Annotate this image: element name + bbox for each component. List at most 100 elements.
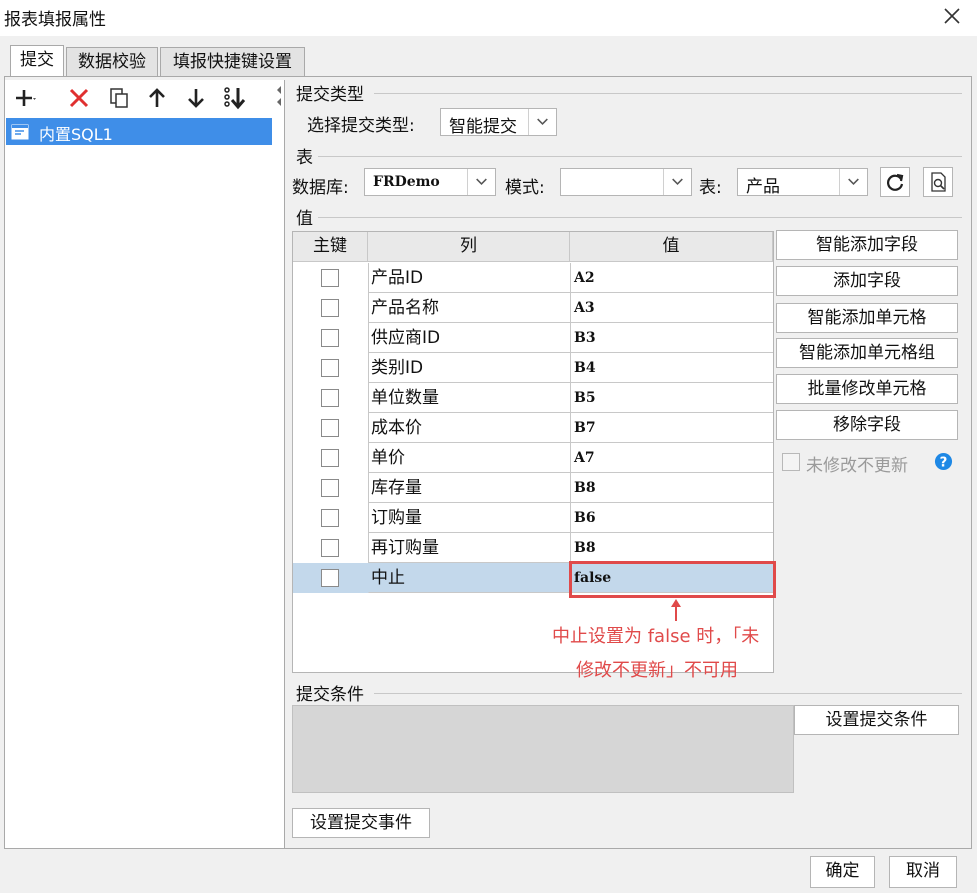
set-submit-condition-button[interactable]: 设置提交条件 [794, 705, 959, 735]
remove-field-button[interactable]: 移除字段 [776, 410, 958, 440]
submit-list-panel [5, 80, 285, 848]
submit-type-label: 选择提交类型: [307, 116, 415, 136]
delete-icon[interactable] [67, 86, 91, 110]
header-column[interactable]: 列 [368, 232, 570, 262]
tab-submit[interactable]: 提交 [10, 45, 64, 78]
add-field-button[interactable]: 添加字段 [776, 266, 958, 296]
ok-button[interactable]: 确定 [810, 856, 875, 888]
tab-data-validation[interactable]: 数据校验 [66, 47, 158, 77]
highlight-box [569, 561, 776, 598]
table-row[interactable]: 成本价 B7 [293, 413, 773, 443]
value-cell[interactable]: B5 [570, 383, 773, 413]
value-cell[interactable]: B4 [570, 353, 773, 383]
column-cell[interactable]: 成本价 [368, 413, 570, 443]
move-up-icon[interactable] [145, 86, 169, 110]
primary-key-checkbox[interactable] [321, 479, 339, 497]
primary-key-checkbox[interactable] [321, 299, 339, 317]
primary-key-checkbox[interactable] [321, 269, 339, 287]
close-icon[interactable] [940, 4, 964, 28]
column-cell[interactable]: 类别ID [368, 353, 570, 383]
list-item[interactable]: 内置SQL1 [6, 118, 272, 145]
divider [318, 217, 962, 218]
primary-key-checkbox[interactable] [321, 539, 339, 557]
primary-key-checkbox[interactable] [321, 329, 339, 347]
divider [374, 93, 962, 94]
smart-add-cell-group-button[interactable]: 智能添加单元格组 [776, 338, 958, 368]
refresh-button[interactable] [880, 167, 910, 197]
preview-table-button[interactable] [923, 167, 953, 197]
annotation-line-2: 修改不更新」不可用 [576, 660, 738, 681]
column-cell[interactable]: 单位数量 [368, 383, 570, 413]
tab-label: 数据校验 [78, 52, 146, 72]
header-value[interactable]: 值 [570, 232, 773, 262]
primary-key-checkbox[interactable] [321, 449, 339, 467]
tab-shortcut-settings[interactable]: 填报快捷键设置 [160, 47, 305, 77]
chevron-down-icon [839, 169, 859, 195]
copy-icon[interactable] [107, 86, 131, 110]
primary-key-checkbox[interactable] [321, 389, 339, 407]
primary-key-checkbox[interactable] [321, 509, 339, 527]
column-cell[interactable]: 产品名称 [368, 293, 570, 323]
database-select[interactable]: FRDemo [364, 168, 496, 196]
primary-key-checkbox[interactable] [321, 359, 339, 377]
table-row[interactable]: 供应商ID B3 [293, 323, 773, 353]
move-down-icon[interactable] [184, 86, 208, 110]
tab-label: 提交 [20, 50, 54, 70]
submit-type-section-label: 提交类型 [296, 85, 364, 105]
database-value: FRDemo [373, 174, 440, 190]
value-cell[interactable]: A3 [570, 293, 773, 323]
table-select[interactable]: 产品 [737, 168, 868, 197]
submit-condition-section-label: 提交条件 [296, 685, 364, 705]
list-item-label: 内置SQL1 [39, 125, 113, 144]
title-bar [0, 0, 977, 36]
table-value: 产品 [746, 177, 780, 197]
value-cell[interactable]: B8 [570, 473, 773, 503]
primary-key-checkbox[interactable] [321, 419, 339, 437]
table-row[interactable]: 单位数量 B5 [293, 383, 773, 413]
table-row[interactable]: 类别ID B4 [293, 353, 773, 383]
database-label: 数据库: [292, 178, 349, 198]
sort-icon[interactable] [222, 86, 246, 110]
table-row[interactable]: 产品名称 A3 [293, 293, 773, 323]
table-label: 表: [699, 178, 722, 198]
value-cell[interactable]: A7 [570, 443, 773, 473]
table-row[interactable]: 订购量 B6 [293, 503, 773, 533]
value-cell[interactable]: B8 [570, 533, 773, 563]
column-cell[interactable]: 中止 [368, 563, 570, 593]
column-cell[interactable]: 单价 [368, 443, 570, 473]
submit-type-select[interactable]: 智能提交 [440, 108, 557, 137]
primary-key-checkbox[interactable] [321, 569, 339, 587]
column-cell[interactable]: 供应商ID [368, 323, 570, 353]
table-row[interactable]: 产品ID A2 [293, 263, 773, 293]
table-row[interactable]: 库存量 B8 [293, 473, 773, 503]
table-row[interactable]: 再订购量 B8 [293, 533, 773, 563]
value-cell[interactable]: B7 [570, 413, 773, 443]
collapse-arrows-icon[interactable] [275, 84, 283, 114]
values-section-label: 值 [296, 209, 313, 229]
schema-select[interactable] [560, 168, 692, 196]
add-icon[interactable] [14, 86, 38, 110]
chevron-down-icon [528, 109, 548, 135]
divider [318, 156, 962, 157]
schema-label: 模式: [505, 178, 545, 198]
column-cell[interactable]: 再订购量 [368, 533, 570, 563]
column-cell[interactable]: 产品ID [368, 263, 570, 293]
submit-condition-area [292, 705, 794, 793]
help-icon[interactable]: ? [934, 452, 953, 471]
smart-add-field-button[interactable]: 智能添加字段 [776, 230, 958, 260]
column-cell[interactable]: 库存量 [368, 473, 570, 503]
value-cell[interactable]: B6 [570, 503, 773, 533]
value-cell[interactable]: A2 [570, 263, 773, 293]
table-row[interactable]: 单价 A7 [293, 443, 773, 473]
table-section-label: 表 [296, 148, 313, 168]
smart-add-cell-button[interactable]: 智能添加单元格 [776, 303, 958, 333]
batch-modify-cell-button[interactable]: 批量修改单元格 [776, 374, 958, 404]
set-submit-event-button[interactable]: 设置提交事件 [292, 808, 430, 838]
divider [374, 693, 962, 694]
column-cell[interactable]: 订购量 [368, 503, 570, 533]
cancel-button[interactable]: 取消 [889, 856, 957, 888]
not-update-checkbox[interactable] [782, 453, 800, 471]
value-cell[interactable]: B3 [570, 323, 773, 353]
header-key[interactable]: 主键 [293, 232, 368, 262]
refresh-icon [887, 173, 904, 191]
